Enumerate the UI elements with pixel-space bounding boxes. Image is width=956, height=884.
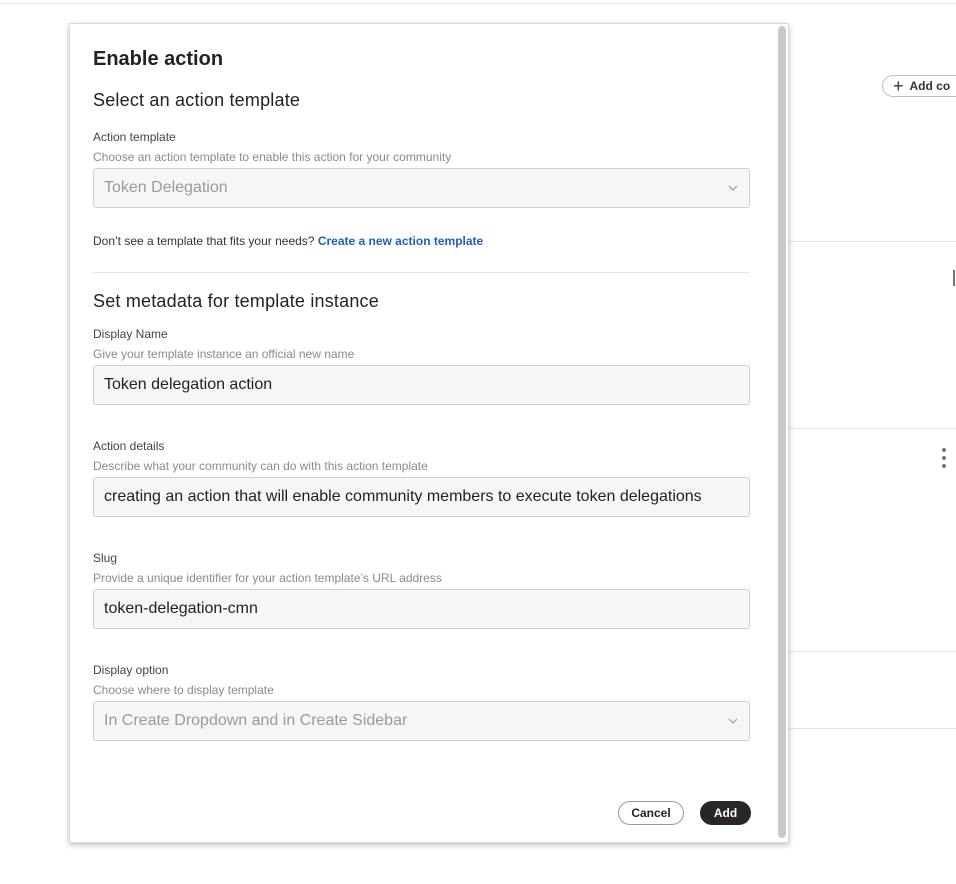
chevron-down-icon [728, 185, 738, 191]
modal-title: Enable action [93, 48, 224, 70]
plus-icon: + [893, 76, 904, 96]
chevron-down-icon [728, 718, 738, 724]
section-heading-template: Select an action template [93, 90, 301, 110]
row-divider [789, 428, 956, 429]
row-divider [789, 241, 956, 242]
section-divider [93, 272, 750, 273]
row-icon [953, 270, 955, 286]
action-template-value: Token Delegation [104, 179, 228, 196]
row-divider [789, 728, 956, 729]
action-details-help: Describe what your community can do with… [93, 459, 428, 473]
add-button[interactable]: + Add co [882, 75, 956, 97]
page-top-border [0, 3, 956, 4]
display-name-help: Give your template instance an official … [93, 347, 355, 361]
slug-help: Provide a unique identifier for your act… [93, 571, 442, 585]
display-option-label: Display option [93, 663, 169, 677]
slug-value: token-delegation-cmn [104, 600, 258, 617]
add-button-label: Add co [909, 79, 951, 93]
action-template-help: Choose an action template to enable this… [93, 150, 452, 164]
action-template-select[interactable]: Token Delegation [93, 168, 750, 208]
cancel-button[interactable]: Cancel [618, 801, 684, 825]
display-name-input[interactable]: Token delegation action [93, 365, 750, 405]
slug-input[interactable]: token-delegation-cmn [93, 589, 750, 629]
display-name-label: Display Name [93, 327, 168, 341]
section-heading-metadata: Set metadata for template instance [93, 291, 379, 311]
action-details-label: Action details [93, 439, 165, 453]
action-template-label: Action template [93, 130, 176, 144]
display-option-help: Choose where to display template [93, 683, 274, 697]
action-details-input[interactable]: creating an action that will enable comm… [93, 477, 750, 517]
display-option-select[interactable]: In Create Dropdown and in Create Sidebar [93, 701, 750, 741]
modal-scrollbar[interactable] [778, 26, 786, 838]
create-template-link[interactable]: Create a new action template [318, 234, 483, 248]
add-submit-button[interactable]: Add [700, 801, 751, 825]
display-option-value: In Create Dropdown and in Create Sidebar [104, 712, 408, 729]
template-hint-text: Don’t see a template that fits your need… [93, 234, 315, 248]
slug-label: Slug [93, 551, 118, 565]
action-details-value: creating an action that will enable comm… [104, 488, 702, 505]
display-name-value: Token delegation action [104, 376, 273, 393]
enable-action-modal: Enable action Select an action template … [69, 23, 789, 843]
template-hint: Don’t see a template that fits your need… [93, 234, 483, 248]
kebab-menu-icon[interactable] [938, 447, 950, 469]
row-divider [789, 651, 956, 652]
